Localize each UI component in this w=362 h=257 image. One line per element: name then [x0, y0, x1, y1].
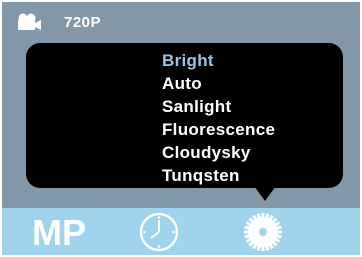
camera-screen: 720P Bright Auto Sanlight Fluorescence C…	[2, 2, 360, 255]
clock-icon[interactable]	[138, 211, 180, 253]
menu-item-cloudysky[interactable]: Cloudysky	[162, 141, 275, 164]
top-status-bar: 720P	[2, 2, 360, 44]
menu-item-tunqsten[interactable]: Tunqsten	[162, 164, 275, 187]
resolution-label: 720P	[64, 14, 102, 31]
video-camera-icon	[16, 13, 42, 31]
menu-item-sanlight[interactable]: Sanlight	[162, 95, 275, 118]
menu-item-auto[interactable]: Auto	[162, 72, 275, 95]
mp-button[interactable]: MP	[32, 214, 86, 252]
white-balance-menu: Bright Auto Sanlight Fluorescence Cloudy…	[162, 49, 275, 187]
menu-item-bright[interactable]: Bright	[162, 49, 275, 72]
gear-icon[interactable]	[242, 211, 284, 253]
popup-pointer	[254, 186, 276, 201]
menu-item-fluorescence[interactable]: Fluorescence	[162, 118, 275, 141]
bottom-menu-bar: MP	[2, 208, 360, 255]
